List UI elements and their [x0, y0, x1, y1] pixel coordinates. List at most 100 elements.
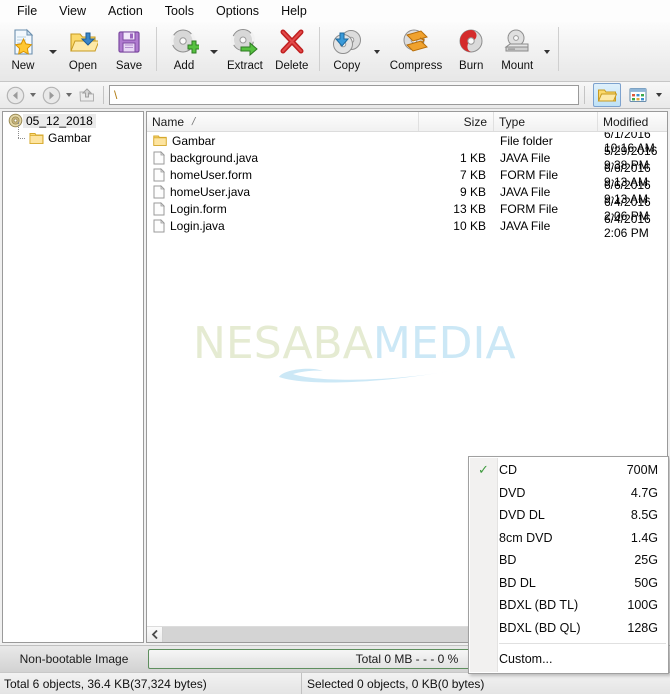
progress-label: Total 0 MB - - - 0 %: [355, 652, 459, 666]
cell-size: 10 KB: [453, 218, 486, 233]
open-folder-icon: [66, 26, 100, 58]
bottom-status-bar: Total 6 objects, 36.4 KB(37,324 bytes) S…: [0, 672, 670, 694]
file-name-label: Login.form: [170, 201, 227, 216]
new-page-star-icon: [6, 26, 40, 58]
folder-icon: [153, 134, 167, 147]
copy-button-label: Copy: [333, 60, 361, 72]
forward-history-arrow[interactable]: [62, 84, 76, 106]
menu-item-bd[interactable]: BD 25G: [469, 549, 668, 572]
watermark-part2: MEDIA: [372, 318, 516, 369]
menu-item-bdxl-tl-size: 100G: [627, 598, 658, 613]
back-arrow-icon[interactable]: [4, 84, 26, 106]
table-row[interactable]: Login.form 13 KB FORM File 6/4/2016 2:06…: [147, 195, 667, 223]
cell-size: 13 KB: [453, 201, 486, 216]
cell-type: JAVA File: [500, 218, 551, 233]
mount-button[interactable]: Mount: [494, 23, 540, 77]
cell-type: FORM File: [500, 167, 558, 182]
cell-type: FORM File: [500, 201, 558, 216]
file-name-label: homeUser.form: [170, 167, 253, 182]
folder-view-icon[interactable]: [593, 83, 621, 107]
menu-item-cd-size: 700M: [626, 463, 658, 478]
disc-icon: [8, 113, 23, 128]
cell-size: 9 KB: [459, 184, 486, 199]
menu-bar: File View Action Tools Options Help: [0, 0, 670, 22]
tree-item-gambar[interactable]: Gambar: [3, 121, 143, 146]
watermark: NESABA MEDIA: [193, 322, 516, 386]
cell-name: Login.java: [147, 217, 419, 234]
copy-disc-icon: [330, 26, 364, 58]
burn-button[interactable]: Burn: [448, 23, 494, 77]
menu-item-options[interactable]: Options: [205, 1, 270, 21]
selected-objects-label: Selected 0 objects, 0 KB(0 bytes): [307, 676, 485, 691]
menu-item-8cm-dvd-size: 1.4G: [630, 530, 658, 545]
menu-item-bdxl-ql-label: BDXL (BD QL): [499, 620, 581, 635]
column-header-type[interactable]: Type: [494, 112, 598, 131]
watermark-part1: NESABA: [193, 318, 373, 369]
save-button[interactable]: Save: [106, 23, 152, 77]
back-history-arrow[interactable]: [26, 84, 40, 106]
new-dropdown-arrow[interactable]: [46, 23, 60, 77]
table-row[interactable]: Gambar File folder 6/1/2016 10:16 AM: [147, 132, 667, 155]
column-header-name[interactable]: Name /: [147, 112, 419, 131]
cell-type: JAVA File: [500, 184, 551, 199]
sort-indicator: /: [190, 115, 197, 128]
address-input[interactable]: \: [109, 85, 579, 105]
column-header-modified[interactable]: Modified: [598, 112, 667, 131]
table-row[interactable]: Login.java 10 KB JAVA File 6/4/2016 2:06…: [147, 212, 667, 240]
menu-item-action[interactable]: Action: [97, 1, 154, 21]
extract-button[interactable]: Extract: [221, 23, 269, 77]
open-button[interactable]: Open: [60, 23, 106, 77]
menu-item-8cm-dvd[interactable]: 8cm DVD 1.4G: [469, 527, 668, 550]
table-row[interactable]: homeUser.form 7 KB FORM File 6/6/2016 9:…: [147, 161, 667, 189]
delete-x-icon: [275, 26, 309, 58]
nav-separator: [103, 86, 104, 104]
mount-dropdown-arrow[interactable]: [540, 23, 554, 77]
file-icon: [153, 150, 165, 165]
table-row[interactable]: background.java 1 KB JAVA File 5/29/2016…: [147, 144, 667, 172]
menu-item-dvd-dl[interactable]: DVD DL 8.5G: [469, 504, 668, 527]
column-header-size[interactable]: Size: [419, 112, 494, 131]
menu-item-dvd-dl-label: DVD DL: [499, 508, 545, 523]
forward-arrow-icon[interactable]: [40, 84, 62, 106]
add-dropdown-arrow[interactable]: [207, 23, 221, 77]
up-folder-icon[interactable]: [76, 84, 98, 106]
mount-drive-icon: [500, 26, 534, 58]
table-row[interactable]: homeUser.java 9 KB JAVA File 6/6/2016 9:…: [147, 178, 667, 206]
menu-item-file[interactable]: File: [6, 1, 48, 21]
cell-size: 1 KB: [459, 150, 486, 165]
file-icon: [153, 184, 165, 199]
scroll-left-button[interactable]: [147, 627, 163, 642]
menu-item-custom[interactable]: Custom...: [469, 648, 668, 671]
view-dropdown-arrow[interactable]: [652, 84, 666, 106]
menu-item-bd-dl-label: BD DL: [499, 575, 536, 590]
menu-item-bdxl-tl[interactable]: BDXL (BD TL) 100G: [469, 594, 668, 617]
file-name-label: homeUser.java: [170, 184, 251, 199]
copy-button[interactable]: Copy: [324, 23, 370, 77]
tree-item-gambar-label: Gambar: [48, 130, 92, 145]
navigation-bar: \: [0, 82, 670, 109]
check-icon: ✓: [478, 462, 489, 478]
menu-item-cd[interactable]: ✓ CD 700M: [469, 459, 668, 482]
save-floppy-icon: [112, 26, 146, 58]
menu-item-bdxl-ql[interactable]: BDXL (BD QL) 128G: [469, 617, 668, 640]
new-button[interactable]: New: [0, 23, 46, 77]
detail-view-icon[interactable]: [624, 83, 652, 107]
menu-item-bd-label: BD: [499, 553, 517, 568]
iso-authoring-window: File View Action Tools Options Help New: [0, 0, 670, 694]
menu-item-bd-dl[interactable]: BD DL 50G: [469, 572, 668, 595]
add-button[interactable]: Add: [161, 23, 207, 77]
menu-item-help[interactable]: Help: [270, 1, 318, 21]
menu-item-tools[interactable]: Tools: [154, 1, 205, 21]
copy-dropdown-arrow[interactable]: [370, 23, 384, 77]
menu-item-dvd[interactable]: DVD 4.7G: [469, 482, 668, 505]
compress-button-label: Compress: [389, 60, 443, 72]
cell-name: homeUser.form: [147, 166, 419, 183]
delete-button[interactable]: Delete: [269, 23, 315, 77]
cell-size: [419, 132, 494, 149]
file-icon: [153, 167, 165, 182]
file-list-header: Name / Size Type Modified: [147, 112, 667, 132]
add-button-label: Add: [173, 60, 195, 72]
menu-item-view[interactable]: View: [48, 1, 97, 21]
tree-item-root[interactable]: 05_12_2018: [3, 112, 143, 129]
compress-button[interactable]: Compress: [384, 23, 448, 77]
